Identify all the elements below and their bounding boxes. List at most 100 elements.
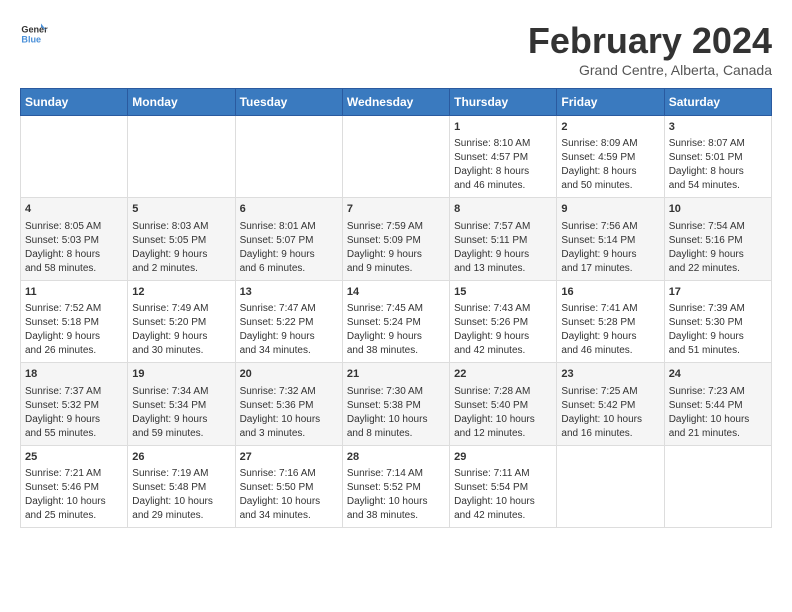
day-number: 8 [454, 202, 552, 217]
day-content: Sunset: 5:07 PM [240, 234, 338, 248]
day-number: 4 [25, 202, 123, 217]
day-content: Sunrise: 7:45 AM [347, 302, 445, 316]
day-content: Daylight: 9 hours [132, 248, 230, 262]
calendar-header-row: SundayMondayTuesdayWednesdayThursdayFrid… [21, 89, 772, 116]
calendar-cell: 7Sunrise: 7:59 AMSunset: 5:09 PMDaylight… [342, 198, 449, 280]
day-content: and 55 minutes. [25, 427, 123, 441]
day-content: Sunrise: 8:07 AM [669, 137, 767, 151]
day-content: Daylight: 9 hours [132, 413, 230, 427]
day-number: 29 [454, 450, 552, 465]
day-content: Sunrise: 7:32 AM [240, 385, 338, 399]
calendar-cell: 29Sunrise: 7:11 AMSunset: 5:54 PMDayligh… [450, 445, 557, 527]
day-content: Sunrise: 7:19 AM [132, 467, 230, 481]
day-content: and 34 minutes. [240, 509, 338, 523]
calendar-cell: 1Sunrise: 8:10 AMSunset: 4:57 PMDaylight… [450, 116, 557, 198]
day-content: Daylight: 8 hours [669, 165, 767, 179]
day-content: Sunset: 5:46 PM [25, 481, 123, 495]
day-number: 11 [25, 285, 123, 300]
calendar-cell: 24Sunrise: 7:23 AMSunset: 5:44 PMDayligh… [664, 363, 771, 445]
calendar-cell: 10Sunrise: 7:54 AMSunset: 5:16 PMDayligh… [664, 198, 771, 280]
day-content: Daylight: 9 hours [669, 248, 767, 262]
day-number: 9 [561, 202, 659, 217]
day-content: Daylight: 9 hours [347, 330, 445, 344]
day-header-tuesday: Tuesday [235, 89, 342, 116]
day-header-saturday: Saturday [664, 89, 771, 116]
day-content: Daylight: 9 hours [25, 413, 123, 427]
day-content: Sunrise: 8:10 AM [454, 137, 552, 151]
day-content: Daylight: 9 hours [25, 330, 123, 344]
day-content: and 3 minutes. [240, 427, 338, 441]
day-number: 14 [347, 285, 445, 300]
day-number: 26 [132, 450, 230, 465]
day-content: Daylight: 10 hours [240, 495, 338, 509]
day-content: Daylight: 9 hours [132, 330, 230, 344]
day-number: 13 [240, 285, 338, 300]
day-content: Sunrise: 7:52 AM [25, 302, 123, 316]
day-content: Daylight: 9 hours [454, 330, 552, 344]
day-content: Daylight: 10 hours [454, 495, 552, 509]
day-content: Sunset: 4:57 PM [454, 151, 552, 165]
day-content: Sunrise: 7:47 AM [240, 302, 338, 316]
day-content: Daylight: 9 hours [240, 330, 338, 344]
day-content: and 46 minutes. [561, 344, 659, 358]
day-content: Daylight: 9 hours [561, 330, 659, 344]
day-content: Sunset: 5:36 PM [240, 399, 338, 413]
day-number: 20 [240, 367, 338, 382]
day-content: Sunrise: 8:01 AM [240, 220, 338, 234]
day-content: Sunset: 5:05 PM [132, 234, 230, 248]
day-number: 23 [561, 367, 659, 382]
day-content: Daylight: 10 hours [669, 413, 767, 427]
day-header-friday: Friday [557, 89, 664, 116]
day-content: Sunset: 5:30 PM [669, 316, 767, 330]
day-content: Daylight: 10 hours [25, 495, 123, 509]
calendar-cell [21, 116, 128, 198]
calendar-week-4: 18Sunrise: 7:37 AMSunset: 5:32 PMDayligh… [21, 363, 772, 445]
calendar-week-3: 11Sunrise: 7:52 AMSunset: 5:18 PMDayligh… [21, 280, 772, 362]
day-number: 21 [347, 367, 445, 382]
day-number: 25 [25, 450, 123, 465]
day-content: Sunset: 5:42 PM [561, 399, 659, 413]
calendar-cell: 23Sunrise: 7:25 AMSunset: 5:42 PMDayligh… [557, 363, 664, 445]
calendar-cell [235, 116, 342, 198]
day-content: Daylight: 10 hours [240, 413, 338, 427]
day-content: Sunset: 5:14 PM [561, 234, 659, 248]
calendar-body: 1Sunrise: 8:10 AMSunset: 4:57 PMDaylight… [21, 116, 772, 528]
calendar-cell: 13 Sunrise: 7:47 AMSunset: 5:22 PMDayligh… [235, 280, 342, 362]
calendar-cell: 2Sunrise: 8:09 AMSunset: 4:59 PMDaylight… [557, 116, 664, 198]
calendar-cell: 4Sunrise: 8:05 AMSunset: 5:03 PMDaylight… [21, 198, 128, 280]
day-content: Daylight: 9 hours [561, 248, 659, 262]
day-number: 18 [25, 367, 123, 382]
day-content: Daylight: 9 hours [669, 330, 767, 344]
day-content: Daylight: 10 hours [561, 413, 659, 427]
day-number: 5 [132, 202, 230, 217]
calendar-cell: 14 Sunrise: 7:45 AMSunset: 5:24 PMDayligh… [342, 280, 449, 362]
day-content: Daylight: 10 hours [132, 495, 230, 509]
day-content: Sunrise: 7:54 AM [669, 220, 767, 234]
day-content: and 42 minutes. [454, 344, 552, 358]
day-content: and 17 minutes. [561, 262, 659, 276]
day-content: and 30 minutes. [132, 344, 230, 358]
day-header-thursday: Thursday [450, 89, 557, 116]
day-content: Sunset: 5:22 PM [240, 316, 338, 330]
day-content: and 13 minutes. [454, 262, 552, 276]
day-content: Sunset: 5:34 PM [132, 399, 230, 413]
day-content: Sunset: 5:20 PM [132, 316, 230, 330]
day-number: 22 [454, 367, 552, 382]
day-content: Sunrise: 7:23 AM [669, 385, 767, 399]
day-content: Sunrise: 7:21 AM [25, 467, 123, 481]
svg-text:General: General [21, 25, 48, 35]
day-content: Sunrise: 7:43 AM [454, 302, 552, 316]
day-number: 3 [669, 120, 767, 135]
day-content: Sunrise: 7:14 AM [347, 467, 445, 481]
subtitle: Grand Centre, Alberta, Canada [528, 62, 772, 78]
day-content: Sunset: 5:16 PM [669, 234, 767, 248]
day-number: 6 [240, 202, 338, 217]
day-content: Sunset: 5:52 PM [347, 481, 445, 495]
calendar-cell: 26Sunrise: 7:19 AMSunset: 5:48 PMDayligh… [128, 445, 235, 527]
day-content: and 8 minutes. [347, 427, 445, 441]
day-content: Sunset: 5:24 PM [347, 316, 445, 330]
calendar-cell [664, 445, 771, 527]
day-content: Daylight: 9 hours [454, 248, 552, 262]
calendar-cell: 25 Sunrise: 7:21 AMSunset: 5:46 PMDayligh… [21, 445, 128, 527]
day-content: and 46 minutes. [454, 179, 552, 193]
